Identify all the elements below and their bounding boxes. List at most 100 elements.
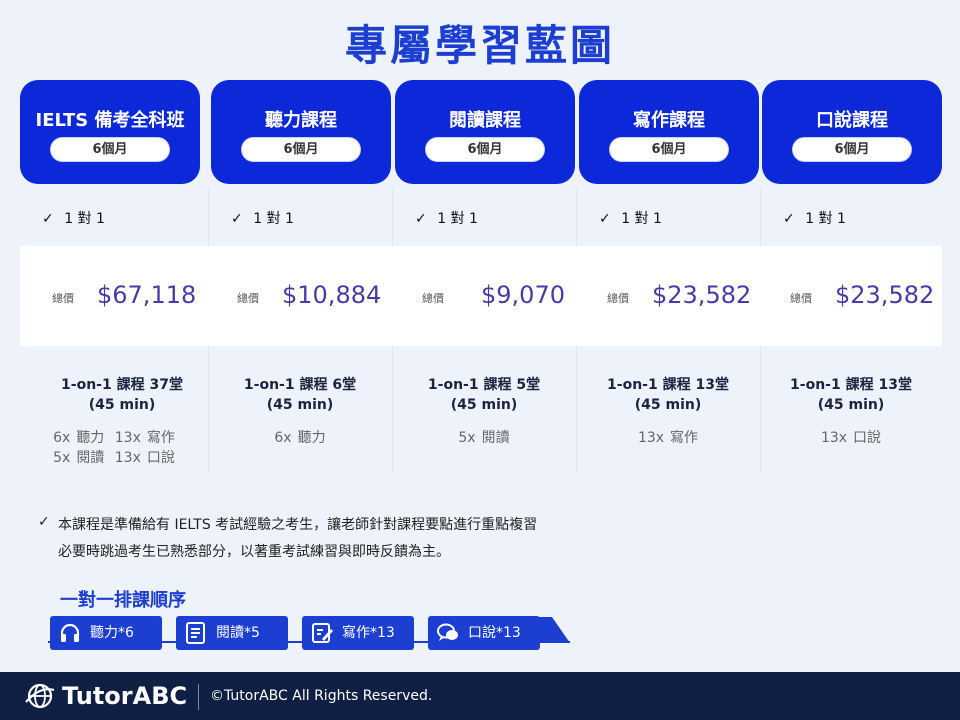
price-label: 總價 xyxy=(790,292,812,305)
skill: 口說 xyxy=(146,450,175,466)
lesson-summary: 1-on-1 課程 6堂 (45 min) xyxy=(210,375,390,415)
sequence-step-listening[interactable]: 聽力*6 xyxy=(50,616,162,650)
feature-label: 1 對 1 xyxy=(621,211,662,227)
price-value: $10,884 xyxy=(282,281,382,309)
note-text: 本課程是準備給有 IELTS 考試經驗之考生，讓老師針對課程要點進行重點複習 xyxy=(58,517,538,533)
course-header-writing[interactable]: 寫作課程 6個月 xyxy=(579,80,759,184)
price-label: 總價 xyxy=(422,292,444,305)
skill: 閱讀 xyxy=(76,450,105,466)
price-label: 總價 xyxy=(237,292,259,305)
course-header-listening[interactable]: 聽力課程 6個月 xyxy=(211,80,391,184)
breakdown-row: 13x 寫作 xyxy=(578,428,758,448)
edit-icon xyxy=(312,623,333,643)
lesson-count: 1-on-1 課程 5堂 xyxy=(427,377,541,393)
course-name: 閱讀課程 xyxy=(449,110,521,131)
lesson-length: (45 min) xyxy=(634,397,702,413)
sequence-step-writing[interactable]: 寫作*13 xyxy=(302,616,414,650)
duration-badge: 6個月 xyxy=(609,137,729,162)
course-header-speaking[interactable]: 口說課程 6個月 xyxy=(762,80,942,184)
footer: TutorABC ©TutorABC All Rights Reserved. xyxy=(0,672,960,720)
course-name: IELTS 備考全科班 xyxy=(35,110,185,131)
headphones-icon xyxy=(60,623,80,642)
lesson-summary: 1-on-1 課程 5堂 (45 min) xyxy=(394,375,574,415)
check-icon: ✓ xyxy=(783,211,795,227)
breakdown-row: 5x 閱讀 xyxy=(394,428,574,448)
feature-check: ✓ 1 對 1 xyxy=(599,208,662,228)
count: 6x xyxy=(274,430,292,446)
feature-label: 1 對 1 xyxy=(437,211,478,227)
chat-bubbles-icon xyxy=(437,623,458,641)
feature-label: 1 對 1 xyxy=(805,211,846,227)
price-label: 總價 xyxy=(52,292,74,305)
skill: 聽力 xyxy=(297,430,326,446)
skill: 聽力 xyxy=(76,430,105,446)
course-name: 口說課程 xyxy=(816,110,888,131)
count: 13x xyxy=(637,430,665,446)
breakdown-row: 6x 聽力 13x 寫作 xyxy=(24,428,204,448)
feature-check: ✓ 1 對 1 xyxy=(231,208,294,228)
sequence-step-speaking[interactable]: 口說*13 xyxy=(428,616,540,650)
feature-check: ✓ 1 對 1 xyxy=(415,208,478,228)
price-value: $23,582 xyxy=(652,281,752,309)
lesson-breakdown: 13x 寫作 xyxy=(578,428,758,448)
check-icon: ✓ xyxy=(415,211,427,227)
feature-label: 1 對 1 xyxy=(64,211,105,227)
check-icon: ✓ xyxy=(231,211,243,227)
footer-divider xyxy=(198,684,199,710)
lesson-count: 1-on-1 課程 13堂 xyxy=(790,377,912,393)
duration-badge: 6個月 xyxy=(50,137,170,162)
breakdown-row: 13x 口說 xyxy=(761,428,941,448)
course-header-ielts[interactable]: IELTS 備考全科班 6個月 xyxy=(20,80,200,184)
lesson-length: (45 min) xyxy=(450,397,518,413)
skill: 閱讀 xyxy=(481,430,510,446)
count: 6x xyxy=(53,430,71,446)
price-value: $23,582 xyxy=(835,281,935,309)
feature-check: ✓ 1 對 1 xyxy=(42,208,105,228)
course-header-reading[interactable]: 閱讀課程 6個月 xyxy=(395,80,575,184)
skill: 寫作 xyxy=(670,430,699,446)
feature-check: ✓ 1 對 1 xyxy=(783,208,846,228)
count: 5x xyxy=(53,450,71,466)
lesson-breakdown: 5x 閱讀 xyxy=(394,428,574,448)
price-label: 總價 xyxy=(607,292,629,305)
price-value: $67,118 xyxy=(97,281,197,309)
skill: 寫作 xyxy=(146,430,175,446)
price-value: $9,070 xyxy=(481,281,565,309)
lesson-summary: 1-on-1 課程 37堂 (45 min) xyxy=(32,375,212,415)
breakdown-row: 5x 閱讀 13x 口說 xyxy=(24,448,204,468)
step-label: 口說*13 xyxy=(468,625,521,641)
lesson-length: (45 min) xyxy=(817,397,885,413)
skill: 口說 xyxy=(853,430,882,446)
count: 13x xyxy=(820,430,848,446)
lesson-count: 1-on-1 課程 37堂 xyxy=(61,377,183,393)
brand-logo: TutorABC xyxy=(62,682,188,710)
course-name: 寫作課程 xyxy=(633,110,705,131)
lesson-breakdown: 13x 口說 xyxy=(761,428,941,448)
sequence-title: 一對一排課順序 xyxy=(60,590,186,611)
count: 13x xyxy=(114,450,141,466)
lesson-breakdown: 6x 聽力 13x 寫作 5x 閱讀 13x 口說 xyxy=(24,428,204,468)
sequence-step-reading[interactable]: 閱讀*5 xyxy=(176,616,288,650)
lesson-count: 1-on-1 課程 6堂 xyxy=(243,377,357,393)
lesson-summary: 1-on-1 課程 13堂 (45 min) xyxy=(761,375,941,415)
lesson-breakdown: 6x 聽力 xyxy=(210,428,390,448)
lesson-count: 1-on-1 課程 13堂 xyxy=(607,377,729,393)
duration-badge: 6個月 xyxy=(425,137,545,162)
course-name: 聽力課程 xyxy=(265,110,337,131)
duration-badge: 6個月 xyxy=(241,137,361,162)
check-icon: ✓ xyxy=(42,211,54,227)
note-text: 必要時跳過考生已熟悉部分，以著重考試練習與即時反饋為主。 xyxy=(58,544,450,560)
lesson-length: (45 min) xyxy=(88,397,156,413)
check-icon: ✓ xyxy=(38,514,50,530)
breakdown-row: 6x 聽力 xyxy=(210,428,390,448)
feature-label: 1 對 1 xyxy=(253,211,294,227)
arrow-right-icon xyxy=(538,617,570,643)
globe-logo-icon xyxy=(25,683,55,709)
copyright-text: ©TutorABC All Rights Reserved. xyxy=(210,688,433,704)
count: 13x xyxy=(114,430,141,446)
step-label: 聽力*6 xyxy=(90,625,134,641)
step-label: 寫作*13 xyxy=(342,625,395,641)
page-title: 專屬學習藍圖 xyxy=(344,21,615,70)
check-icon: ✓ xyxy=(599,211,611,227)
step-label: 閱讀*5 xyxy=(216,625,260,641)
